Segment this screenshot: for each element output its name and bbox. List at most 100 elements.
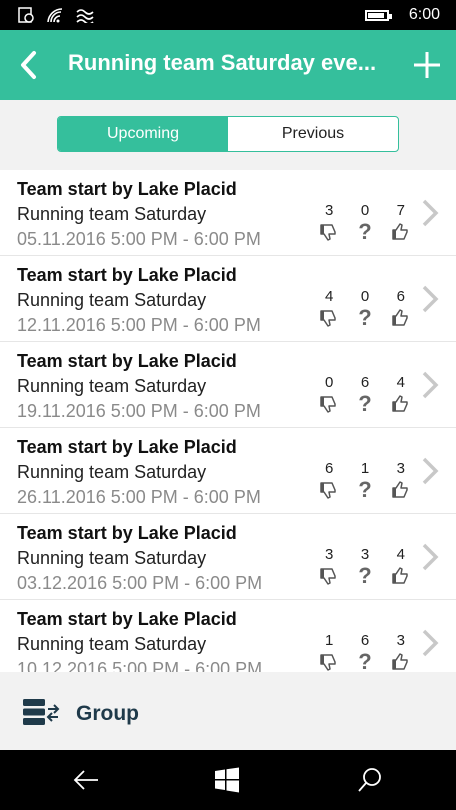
vote-summary: 4 0 6? xyxy=(318,288,412,329)
chevron-left-icon xyxy=(21,51,36,79)
event-time: 26.11.2016 5:00 PM - 6:00 PM xyxy=(17,487,261,507)
thumbs-up-icon xyxy=(390,565,412,587)
vote-icons: ? xyxy=(318,651,412,672)
event-row[interactable]: Team start by Lake Placid Running team Sa… xyxy=(0,428,456,514)
back-button[interactable] xyxy=(14,48,46,82)
vote-icons: ? xyxy=(318,479,412,501)
vote-summary: 3 3 4? xyxy=(318,546,412,587)
question-icon: ? xyxy=(358,219,372,244)
back-arrow-icon xyxy=(73,770,98,790)
event-time: 03.12.2016 5:00 PM - 6:00 PM xyxy=(17,573,263,593)
navigation-bar xyxy=(0,750,456,810)
no-count: 1 xyxy=(325,632,334,649)
tab-area: Upcoming Previous xyxy=(0,100,456,170)
event-group: Running team Saturday xyxy=(17,290,207,310)
windows-logo-icon xyxy=(215,767,239,793)
battery-fill xyxy=(368,13,385,18)
chevron-right-icon xyxy=(420,628,440,658)
yes-count: 4 xyxy=(396,374,405,391)
event-group: Running team Saturday xyxy=(17,462,207,482)
event-group: Running team Saturday xyxy=(17,376,207,396)
wifi-icon xyxy=(47,8,63,23)
vote-counts: 6 1 3 xyxy=(318,460,412,477)
event-time: 19.11.2016 5:00 PM - 6:00 PM xyxy=(17,401,261,421)
vote-icons: ? xyxy=(318,307,412,329)
event-group: Running team Saturday xyxy=(17,204,207,224)
yes-count: 3 xyxy=(396,632,405,649)
maybe-count: 0 xyxy=(360,288,370,305)
nav-search-button[interactable] xyxy=(356,766,384,794)
search-icon xyxy=(358,768,381,792)
tab-upcoming[interactable]: Upcoming xyxy=(58,117,228,151)
notification-icon xyxy=(18,7,34,23)
no-count: 3 xyxy=(325,202,334,219)
event-title: Team start by Lake Placid xyxy=(17,351,237,371)
no-count: 3 xyxy=(325,546,334,563)
vote-icons: ? xyxy=(318,565,412,587)
event-title: Team start by Lake Placid xyxy=(17,437,237,457)
yes-count: 6 xyxy=(396,288,405,305)
vote-counts: 3 0 7 xyxy=(318,202,412,219)
battery-icon xyxy=(365,10,392,21)
event-row[interactable]: Team start by Lake Placid Running team Sa… xyxy=(0,256,456,342)
event-row[interactable]: Team start by Lake Placid Running team Sa… xyxy=(0,170,456,256)
event-row[interactable]: Team start by Lake Placid Running team Sa… xyxy=(0,514,456,600)
no-count: 6 xyxy=(325,460,334,477)
thumbs-down-icon xyxy=(318,651,340,672)
page-title: Running team Saturday eve... xyxy=(68,50,377,75)
yes-count: 4 xyxy=(396,546,405,563)
event-time: 12.11.2016 5:00 PM - 6:00 PM xyxy=(17,315,261,335)
maybe-count: 6 xyxy=(360,374,370,391)
thumbs-up-icon xyxy=(390,221,412,243)
group-label: Group xyxy=(76,702,139,725)
add-event-button[interactable] xyxy=(410,48,444,82)
thumbs-down-icon xyxy=(318,479,340,501)
status-icons xyxy=(18,7,94,23)
maybe-count: 3 xyxy=(360,546,370,563)
chevron-right-icon xyxy=(420,456,440,486)
event-title: Team start by Lake Placid xyxy=(17,609,237,629)
app-bar: Running team Saturday eve... xyxy=(0,30,456,100)
group-switch-icon xyxy=(23,699,60,725)
event-title: Team start by Lake Placid xyxy=(17,179,237,199)
tab-switcher: Upcoming Previous xyxy=(57,116,399,152)
tab-previous[interactable]: Previous xyxy=(228,117,398,151)
question-icon: ? xyxy=(358,391,372,416)
vote-counts: 4 0 6 xyxy=(318,288,412,305)
maybe-count: 0 xyxy=(360,202,370,219)
vote-summary: 6 1 3? xyxy=(318,460,412,501)
thumbs-up-icon xyxy=(390,651,412,672)
nav-home-button[interactable] xyxy=(213,766,241,794)
question-icon: ? xyxy=(358,563,372,588)
signal-icon xyxy=(76,9,94,23)
thumbs-down-icon xyxy=(318,565,340,587)
thumbs-up-icon xyxy=(390,393,412,415)
event-row[interactable]: Team start by Lake Placid Running team Sa… xyxy=(0,342,456,428)
thumbs-up-icon xyxy=(390,307,412,329)
no-count: 4 xyxy=(325,288,334,305)
thumbs-down-icon xyxy=(318,393,340,415)
thumbs-up-icon xyxy=(390,479,412,501)
question-icon: ? xyxy=(358,305,372,330)
chevron-right-icon xyxy=(420,284,440,314)
event-time: 10.12.2016 5:00 PM - 6:00 PM xyxy=(17,659,263,672)
event-list: Team start by Lake Placid Running team Sa… xyxy=(0,170,456,672)
question-icon: ? xyxy=(358,477,372,502)
vote-icons: ? xyxy=(318,221,412,243)
vote-counts: 3 3 4 xyxy=(318,546,412,563)
nav-back-button[interactable] xyxy=(72,766,100,794)
vote-counts: 1 6 3 xyxy=(318,632,412,649)
thumbs-down-icon xyxy=(318,307,340,329)
group-bar[interactable]: Group xyxy=(0,672,456,750)
maybe-count: 6 xyxy=(360,632,370,649)
vote-summary: 3 0 7? xyxy=(318,202,412,243)
maybe-count: 1 xyxy=(360,460,370,477)
event-row[interactable]: Team start by Lake Placid Running team Sa… xyxy=(0,600,456,672)
event-group: Running team Saturday xyxy=(17,634,207,654)
event-title: Team start by Lake Placid xyxy=(17,523,237,543)
question-icon: ? xyxy=(358,649,372,673)
vote-counts: 0 6 4 xyxy=(318,374,412,391)
plus-icon xyxy=(414,52,440,78)
chevron-right-icon xyxy=(420,370,440,400)
chevron-right-icon xyxy=(420,542,440,572)
